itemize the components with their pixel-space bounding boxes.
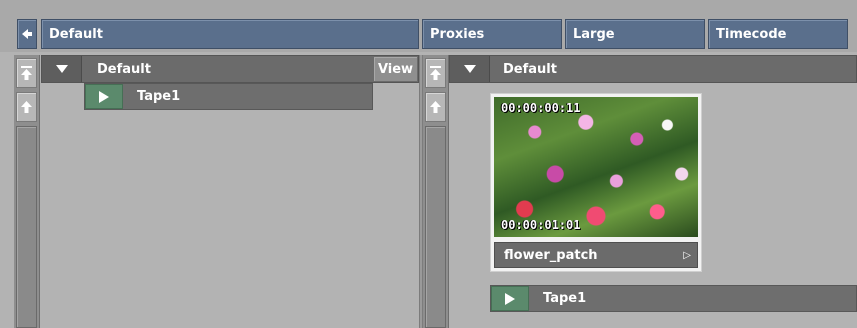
clip-card[interactable]: 00:00:00:11 00:00:01:01 flower_patch ▷: [490, 93, 702, 272]
play-button[interactable]: [85, 84, 123, 109]
view-button[interactable]: View: [373, 56, 418, 82]
list-item[interactable]: Tape1: [490, 285, 857, 312]
large-button[interactable]: Large: [565, 19, 705, 49]
play-outline-icon[interactable]: ▷: [683, 250, 697, 261]
timecode-out: 00:00:01:01: [501, 218, 581, 232]
list-item-label: Tape1: [543, 291, 587, 306]
arrow-up-icon: [21, 101, 32, 113]
toolbar: Default Proxies Large Timecode: [0, 0, 857, 52]
collapse-toggle[interactable]: [450, 56, 490, 82]
play-icon: [99, 90, 109, 103]
arrow-up-icon: [430, 101, 441, 113]
timecode-in: 00:00:00:11: [501, 101, 581, 115]
right-panel-title: Default: [503, 61, 557, 77]
back-button[interactable]: [17, 19, 37, 49]
triangle-down-icon: [463, 65, 476, 73]
left-panel-dropdown[interactable]: Default: [41, 19, 419, 49]
list-item[interactable]: Tape1: [84, 83, 373, 110]
left-panel-title: Default: [97, 61, 151, 77]
collapse-toggle[interactable]: [42, 56, 82, 82]
scroll-up-button[interactable]: [16, 92, 37, 122]
scroll-top-button[interactable]: [425, 58, 446, 88]
scroll-up-button[interactable]: [425, 92, 446, 122]
list-item-label: Tape1: [137, 89, 181, 104]
clip-name-bar[interactable]: flower_patch ▷: [494, 242, 698, 268]
play-button[interactable]: [491, 286, 529, 311]
arrow-left-icon: [22, 29, 32, 39]
left-panel-header: Default: [41, 55, 419, 83]
jump-to-top-icon: [430, 66, 441, 80]
jump-to-top-icon: [21, 66, 32, 80]
scrollbar-track[interactable]: [425, 126, 446, 328]
left-scroll-rail: [14, 55, 40, 328]
timecode-button[interactable]: Timecode: [708, 19, 848, 49]
triangle-down-icon: [55, 65, 68, 73]
right-panel-header: Default: [449, 55, 857, 83]
clip-name: flower_patch: [504, 247, 598, 263]
scroll-top-button[interactable]: [16, 58, 37, 88]
proxies-button[interactable]: Proxies: [422, 19, 562, 49]
clip-thumbnail[interactable]: 00:00:00:11 00:00:01:01: [494, 97, 698, 237]
right-scroll-rail: [423, 55, 449, 328]
play-icon: [505, 292, 515, 305]
scrollbar-track[interactable]: [16, 126, 37, 328]
